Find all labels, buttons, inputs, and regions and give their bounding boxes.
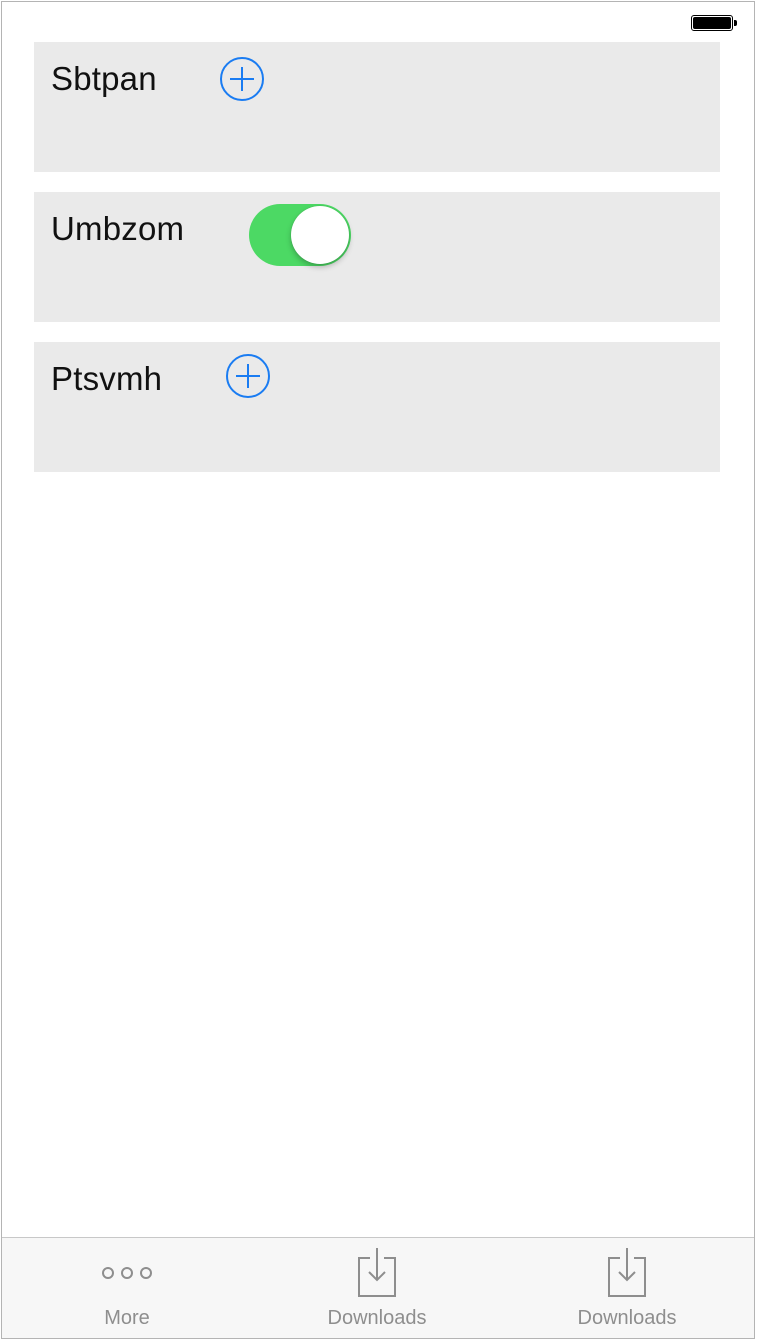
app-screen: Sbtpan Umbzom Ptsvmh More Downloads Down… [1,1,755,1339]
tab-downloads[interactable]: Downloads [252,1238,502,1338]
card-ptsvmh: Ptsvmh [34,342,720,472]
add-button[interactable] [226,354,270,398]
card-label: Umbzom [51,210,185,247]
toggle-switch[interactable] [249,204,351,266]
add-button[interactable] [220,57,264,101]
tab-downloads-2[interactable]: Downloads [502,1238,752,1338]
tab-label: Downloads [327,1307,427,1329]
tab-more[interactable]: More [2,1238,252,1338]
tab-label: More [104,1307,150,1329]
toggle-knob [291,206,349,264]
card-sbtpan: Sbtpan [34,42,720,172]
card-label: Ptsvmh [51,360,163,397]
battery-icon [691,15,737,31]
download-icon [358,1248,396,1297]
more-icon [102,1267,152,1279]
card-label: Sbtpan [51,60,157,97]
tab-bar: More Downloads Downloads [2,1237,754,1338]
card-umbzom: Umbzom [34,192,720,322]
download-icon [608,1248,646,1297]
tab-label: Downloads [577,1307,677,1329]
